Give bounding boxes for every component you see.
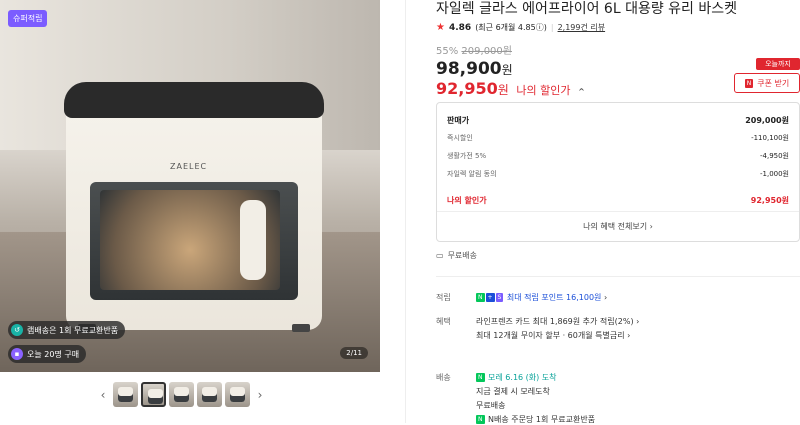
- return-promo-pill: ↺ 램배송은 1회 무료교환반품: [8, 321, 126, 339]
- thumbnail-image: [148, 389, 163, 404]
- naver-pay-icon: N: [476, 293, 485, 302]
- chevron-right-icon: ›: [603, 293, 608, 302]
- coupon-button-label: 쿠폰 받기: [757, 78, 790, 88]
- cart-icon: ▪: [11, 348, 23, 360]
- thumbnail-3[interactable]: [169, 382, 194, 407]
- thumbnail-strip: ‹ ›: [96, 382, 267, 407]
- benefits-label: 혜택: [436, 317, 451, 326]
- my-price-unit: 원: [497, 83, 509, 97]
- product-gallery: ZAELEC 슈퍼적립 ↺ 램배송은 1회 무료교환반품 ▪ 오늘 20명 구매…: [0, 0, 380, 423]
- row-value: -4,950원: [759, 152, 789, 160]
- delivery-line-2: 무료배송: [476, 401, 506, 410]
- original-price: 209,000원: [461, 46, 512, 57]
- row-value: -110,100원: [751, 134, 789, 142]
- image-counter: 2/11: [340, 347, 368, 359]
- benefit-line-2-text: 최대 12개월 무이자 할부 · 60개월 특별금리: [476, 331, 625, 340]
- chevron-right-icon[interactable]: ›: [253, 388, 267, 402]
- rating-row: ★ 4.86 (최근 6개월 4.85ⓘ) | 2,199건 리뷰: [436, 22, 605, 33]
- product-title: 자일렉 글라스 에어프라이어 6L 대용량 유리 바스켓: [436, 1, 738, 17]
- sale-price-value: 98,900: [436, 59, 502, 79]
- fryer-lid: [64, 82, 324, 118]
- benefit-line-1-text: 라인프렌즈 카드 최대 1,869원 추가 적립(2%): [476, 317, 634, 326]
- n-delivery-icon: N: [476, 373, 485, 382]
- thumbnail-2[interactable]: [141, 382, 166, 407]
- my-price-label: 나의 할인가: [516, 84, 571, 97]
- truck-icon: ▭: [436, 251, 444, 260]
- chevron-right-icon: ›: [647, 222, 653, 231]
- rating-value: 4.86: [448, 22, 472, 33]
- discount-rate: 55%: [436, 46, 459, 57]
- my-price-value: 92,950: [436, 79, 498, 98]
- air-fryer-image: ZAELEC: [64, 82, 324, 332]
- benefits-section: 혜택 라인프렌즈 카드 최대 1,869원 추가 적립(2%) › 최대 12개…: [436, 316, 800, 346]
- super-icon: S: [495, 293, 504, 302]
- column-divider: [405, 0, 406, 423]
- delivery-line-1: 지금 결제 시 모레도착: [476, 387, 550, 396]
- main-product-image[interactable]: ZAELEC 슈퍼적립 ↺ 램배송은 1회 무료교환반품 ▪ 오늘 20명 구매…: [0, 0, 380, 372]
- row-label: 나의 할인가: [447, 195, 487, 205]
- delivery-section: 배송 N 모레 6.16 (화) 도착 지금 결제 시 모레도착 무료배송 N …: [436, 372, 800, 425]
- free-shipping: ▭ 무료배송: [436, 250, 477, 261]
- row-label: 생활가전 5%: [447, 152, 487, 160]
- star-icon: ★: [436, 22, 445, 33]
- buyers-promo-text: 오늘 20명 구매: [27, 349, 80, 359]
- basket-handle: [240, 200, 266, 280]
- naver-n-icon: N: [744, 78, 754, 88]
- rating-detail: (최근 6개월 4.85ⓘ): [475, 23, 547, 32]
- coupon-deadline-tag: 오늘까지: [756, 58, 800, 70]
- price-breakdown-box: 판매가 209,000원 즉시할인 -110,100원 생활가전 5% -4,9…: [436, 102, 800, 242]
- chevron-up-icon: ^: [578, 87, 585, 96]
- sale-price: 98,900원: [436, 59, 513, 79]
- fryer-basket: [90, 182, 298, 300]
- free-shipping-text: 무료배송: [447, 251, 478, 260]
- divider-line: [436, 276, 800, 277]
- coupon-area: 오늘까지 N 쿠폰 받기: [734, 58, 800, 93]
- breakdown-row: 즉시할인 -110,100원: [447, 129, 789, 147]
- row-label: 즉시할인: [447, 134, 473, 142]
- points-label: 적립: [436, 293, 451, 302]
- benefit-line-1[interactable]: 라인프렌즈 카드 최대 1,869원 추가 적립(2%) ›: [476, 316, 639, 327]
- plus-icon: +: [485, 293, 495, 302]
- row-label: 판매가: [447, 115, 470, 125]
- thumbnail-5[interactable]: [225, 382, 250, 407]
- points-value[interactable]: N + S 최대 적립 포인트 16,100원 ›: [476, 292, 607, 303]
- product-info: 자일렉 글라스 에어프라이어 6L 대용량 유리 바스켓 ★ 4.86 (최근 …: [436, 0, 800, 425]
- return-icon: ↺: [11, 324, 23, 336]
- all-benefits-link[interactable]: 나의 혜택 전체보기 ›: [437, 211, 799, 241]
- my-price-row: 나의 할인가 92,950원: [447, 191, 789, 209]
- fryer-foot-right: [292, 324, 310, 332]
- points-section: 적립 N + S 최대 적립 포인트 16,100원 ›: [436, 292, 800, 306]
- thumbnail-image: [230, 387, 245, 402]
- chevron-left-icon[interactable]: ‹: [96, 388, 110, 402]
- buyers-promo-pill: ▪ 오늘 20명 구매: [8, 345, 87, 363]
- sale-price-unit: 원: [501, 63, 513, 77]
- return-promo-text: 램배송은 1회 무료교환반품: [27, 325, 119, 335]
- my-discount-price[interactable]: 92,950원 나의 할인가 ^: [436, 79, 585, 98]
- delivery-arrive-text: 모레 6.16 (화) 도착: [488, 373, 557, 382]
- delivery-line-3: N N배송 주문당 1회 무료교환반품: [476, 414, 595, 425]
- all-benefits-label: 나의 혜택 전체보기: [583, 222, 648, 231]
- row-value: 92,950원: [750, 195, 789, 205]
- delivery-label: 배송: [436, 373, 451, 382]
- breakdown-row: 생활가전 5% -4,950원: [447, 147, 789, 165]
- thumbnail-image: [202, 387, 217, 402]
- thumbnail-image: [174, 387, 189, 402]
- row-value: -1,000원: [759, 170, 789, 178]
- separator: |: [550, 23, 554, 32]
- coupon-button[interactable]: N 쿠폰 받기: [734, 73, 800, 93]
- benefit-line-2[interactable]: 최대 12개월 무이자 할부 · 60개월 특별금리 ›: [476, 330, 630, 341]
- discount-row: 55% 209,000원: [436, 42, 512, 57]
- thumbnail-4[interactable]: [197, 382, 222, 407]
- brand-logo: ZAELEC: [170, 162, 208, 171]
- row-value: 209,000원: [745, 115, 789, 125]
- thumbnail-image: [118, 387, 133, 402]
- super-points-badge: 슈퍼적립: [8, 10, 48, 27]
- breakdown-row: 판매가 209,000원: [447, 111, 789, 129]
- points-text: 최대 적립 포인트 16,100원: [506, 293, 602, 302]
- delivery-arrive: N 모레 6.16 (화) 도착: [476, 372, 557, 383]
- review-link[interactable]: 2,199건 리뷰: [558, 22, 606, 33]
- row-label: 자일렉 알림 동의: [447, 170, 497, 178]
- thumbnail-1[interactable]: [113, 382, 138, 407]
- breakdown-row: 자일렉 알림 동의 -1,000원: [447, 165, 789, 183]
